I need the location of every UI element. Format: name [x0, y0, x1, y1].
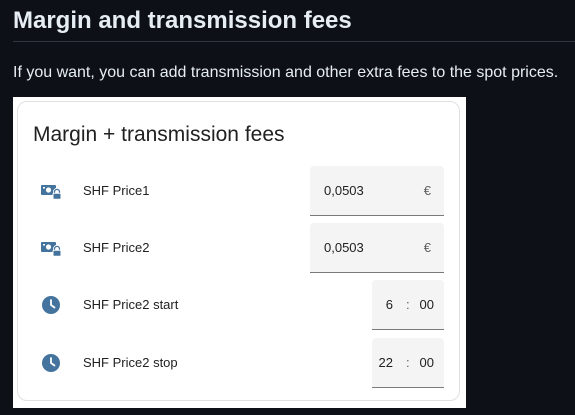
clock-icon — [40, 353, 62, 373]
setting-row-shf-price2: SHF Price2 0,0503 € — [18, 223, 461, 273]
shf-price2-input[interactable]: 0,0503 € — [310, 223, 444, 273]
setting-row-shf-price1: SHF Price1 0,0503 € — [18, 166, 461, 216]
clock-icon — [40, 295, 62, 315]
screenshot-frame: Margin + transmission fees SHF Price1 0,… — [13, 97, 466, 408]
field-value: 0,0503 — [324, 183, 364, 198]
minute-value[interactable]: 00 — [420, 297, 434, 312]
shf-price1-input[interactable]: 0,0503 € — [310, 166, 444, 216]
minute-value[interactable]: 00 — [420, 355, 434, 370]
hour-value[interactable]: 6 — [386, 297, 393, 312]
cash-lock-icon — [40, 181, 62, 201]
hour-value[interactable]: 22 — [379, 355, 393, 370]
section-divider — [13, 41, 575, 42]
shf-price2-stop-time-input[interactable]: 22 : 00 — [372, 338, 444, 388]
setting-label: SHF Price2 — [83, 240, 150, 255]
settings-card: Margin + transmission fees SHF Price1 0,… — [17, 101, 460, 401]
setting-row-shf-price2-start: SHF Price2 start 6 : 00 — [18, 280, 461, 330]
setting-label: SHF Price1 — [83, 183, 150, 198]
time-separator: : — [406, 297, 410, 312]
card-title: Margin + transmission fees — [33, 123, 285, 146]
setting-label: SHF Price2 stop — [83, 355, 178, 370]
section-title: Margin and transmission fees — [13, 7, 352, 34]
time-separator: : — [406, 355, 410, 370]
section-description: If you want, you can add transmission an… — [13, 64, 559, 81]
setting-label: SHF Price2 start — [83, 297, 179, 312]
field-value: 0,0503 — [324, 240, 364, 255]
shf-price2-start-time-input[interactable]: 6 : 00 — [372, 280, 444, 330]
currency-suffix: € — [423, 240, 431, 255]
cash-lock-icon — [40, 238, 62, 258]
currency-suffix: € — [423, 183, 431, 198]
setting-row-shf-price2-stop: SHF Price2 stop 22 : 00 — [18, 338, 461, 388]
